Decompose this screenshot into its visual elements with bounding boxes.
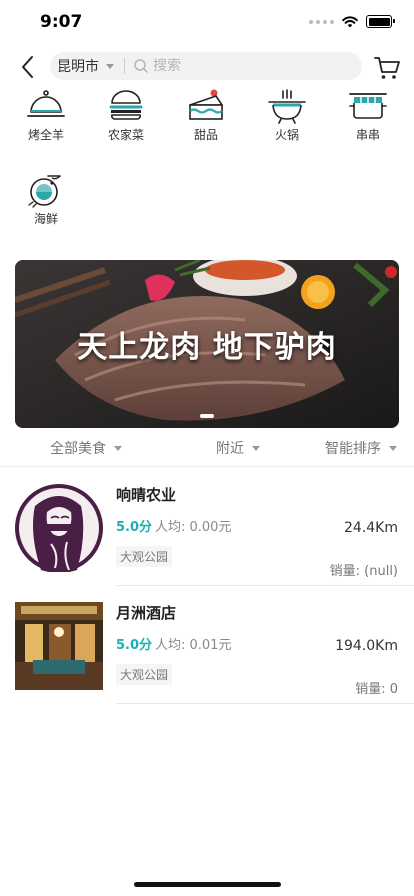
category-label: 串串: [355, 128, 380, 142]
shop-rating: 5.0分: [116, 638, 153, 653]
filter-bar: 全部美食 附近 智能排序: [0, 432, 414, 467]
search-input[interactable]: [153, 58, 323, 74]
shop-photo: [15, 602, 103, 690]
top-bar: 昆明市: [0, 50, 414, 84]
category-item-dessert[interactable]: 甜品: [171, 88, 241, 143]
category-item-seafood[interactable]: 海鲜: [11, 172, 81, 227]
category-item-hotpot[interactable]: 火锅: [252, 88, 322, 143]
cart-icon[interactable]: [372, 52, 402, 82]
status-time: 9:07: [40, 12, 83, 32]
chevron-down-icon[interactable]: [106, 63, 114, 69]
shop-list-item[interactable]: 响晴农业 5.0分 人均: 0.00元 大观公园 24.4Km 销量: (nul…: [0, 468, 414, 586]
shop-name: 月洲酒店: [116, 604, 177, 622]
banner-title: 天上龙肉 地下驴肉: [77, 330, 337, 365]
filter-label: 全部美食: [50, 441, 106, 457]
filter-smart-sort[interactable]: 智能排序: [325, 438, 397, 458]
banner-page-indicator: [200, 414, 214, 418]
shop-rating: 5.0分: [116, 520, 153, 535]
filter-label: 附近: [216, 441, 244, 457]
signal-icon: [309, 19, 334, 24]
category-label: 海鲜: [33, 212, 58, 226]
shop-area-tag: 大观公园: [116, 546, 173, 567]
category-item-skewers[interactable]: 串串: [333, 88, 403, 143]
chevron-down-icon: [114, 445, 122, 451]
category-label: 农家菜: [107, 128, 144, 142]
category-item-farm-dishes[interactable]: 农家菜: [91, 88, 161, 143]
divider: [116, 703, 414, 704]
category-label: 火锅: [274, 128, 299, 142]
cake-icon: [189, 89, 223, 120]
category-label: 甜品: [193, 128, 218, 142]
shop-distance: 24.4Km: [344, 520, 398, 536]
shrimp-icon: [28, 175, 61, 208]
category-label: 烤全羊: [27, 128, 64, 142]
chevron-down-icon: [252, 445, 260, 451]
shop-distance: 194.0Km: [335, 638, 398, 654]
shop-name: 响晴农业: [116, 486, 177, 504]
status-bar: 9:07: [0, 0, 414, 44]
promo-banner[interactable]: 天上龙肉 地下驴肉: [15, 260, 399, 428]
search-bar: 昆明市: [50, 52, 362, 80]
shop-sales: 销量: 0: [355, 682, 398, 697]
cloche-icon: [27, 90, 65, 117]
shop-avg-price: 人均: 0.00元: [155, 520, 232, 535]
city-selector[interactable]: 昆明市: [57, 56, 99, 76]
filter-label: 智能排序: [325, 441, 381, 457]
burger-icon: [109, 90, 143, 120]
chevron-left-icon[interactable]: [14, 53, 42, 81]
shop-avatar: [15, 484, 103, 572]
shop-sales: 销量: (null): [329, 564, 398, 579]
filter-nearby[interactable]: 附近: [216, 438, 260, 458]
category-item-roast-lamb[interactable]: 烤全羊: [11, 88, 81, 143]
shop-area-tag: 大观公园: [116, 664, 173, 685]
divider: [124, 58, 125, 74]
search-icon: [134, 59, 148, 73]
shop-list-item[interactable]: 月洲酒店 5.0分 人均: 0.01元 大观公园 194.0Km 销量: 0: [0, 586, 414, 704]
battery-icon: [366, 15, 395, 28]
shop-avg-price: 人均: 0.01元: [155, 638, 232, 653]
wifi-icon: [342, 15, 358, 27]
hotpot-icon: [268, 89, 306, 124]
filter-all-food[interactable]: 全部美食: [50, 438, 122, 458]
skewer-pot-icon: [349, 93, 387, 119]
home-indicator: [134, 882, 281, 887]
chevron-down-icon: [389, 445, 397, 451]
